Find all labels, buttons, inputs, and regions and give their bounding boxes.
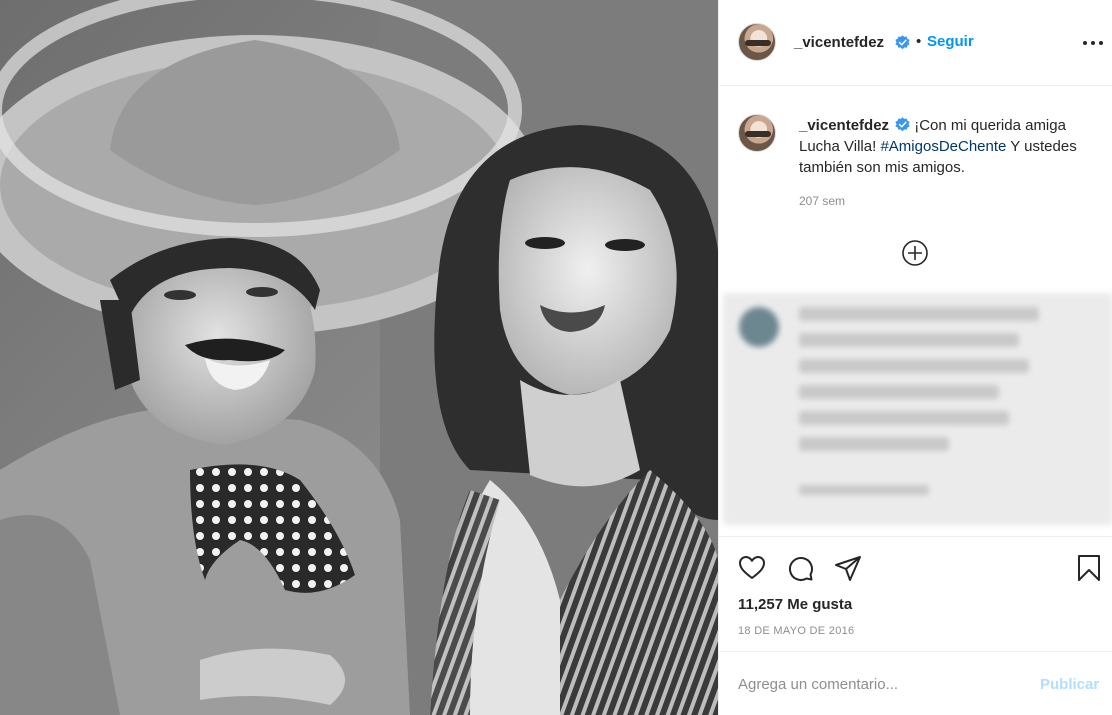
blurred-line <box>799 307 1039 321</box>
caption-avatar[interactable] <box>738 114 776 152</box>
publish-button[interactable]: Publicar <box>1040 676 1099 693</box>
caption-username[interactable]: _vicentefdez <box>799 117 889 134</box>
heart-icon[interactable] <box>738 554 766 582</box>
blurred-line <box>799 437 949 451</box>
blurred-line <box>799 333 1019 347</box>
likes-count[interactable]: 11,257 Me gusta <box>738 596 852 613</box>
avatar[interactable] <box>738 23 776 61</box>
plus-circle-icon[interactable] <box>901 239 929 267</box>
blurred-comment <box>723 293 1112 525</box>
hashtag-link[interactable]: #AmigosDeChente <box>880 138 1006 155</box>
post-photo[interactable] <box>0 0 718 715</box>
header-separator: • <box>916 33 922 50</box>
paper-plane-icon[interactable] <box>834 554 862 582</box>
blurred-line <box>799 385 999 399</box>
verified-badge-icon <box>895 117 910 132</box>
follow-button[interactable]: Seguir <box>927 33 974 50</box>
caption-text: _vicentefdez ¡Con mi querida amiga Lucha… <box>799 115 1099 178</box>
post-date[interactable]: 18 DE MAYO DE 2016 <box>738 625 854 637</box>
header-username[interactable]: _vicentefdez <box>794 34 884 51</box>
post-photo-image <box>0 0 718 715</box>
blurred-line <box>799 411 1009 425</box>
blurred-line <box>799 485 929 495</box>
comments-area: _vicentefdez ¡Con mi querida amiga Lucha… <box>719 86 1112 536</box>
caption-timestamp[interactable]: 207 sem <box>799 194 845 208</box>
comment-bar: Publicar <box>719 651 1112 715</box>
comment-bubble-icon[interactable] <box>786 554 814 582</box>
more-options-icon[interactable] <box>1081 30 1105 54</box>
post-side-panel: _vicentefdez • Seguir _vicentefdez ¡Con … <box>718 0 1112 715</box>
verified-badge-icon <box>895 35 910 50</box>
bookmark-icon[interactable] <box>1075 554 1103 582</box>
post-actions <box>719 536 1112 596</box>
blurred-line <box>799 359 1029 373</box>
comment-input[interactable] <box>738 672 1018 696</box>
blurred-avatar <box>739 307 779 347</box>
post-header: _vicentefdez • Seguir <box>719 0 1112 86</box>
